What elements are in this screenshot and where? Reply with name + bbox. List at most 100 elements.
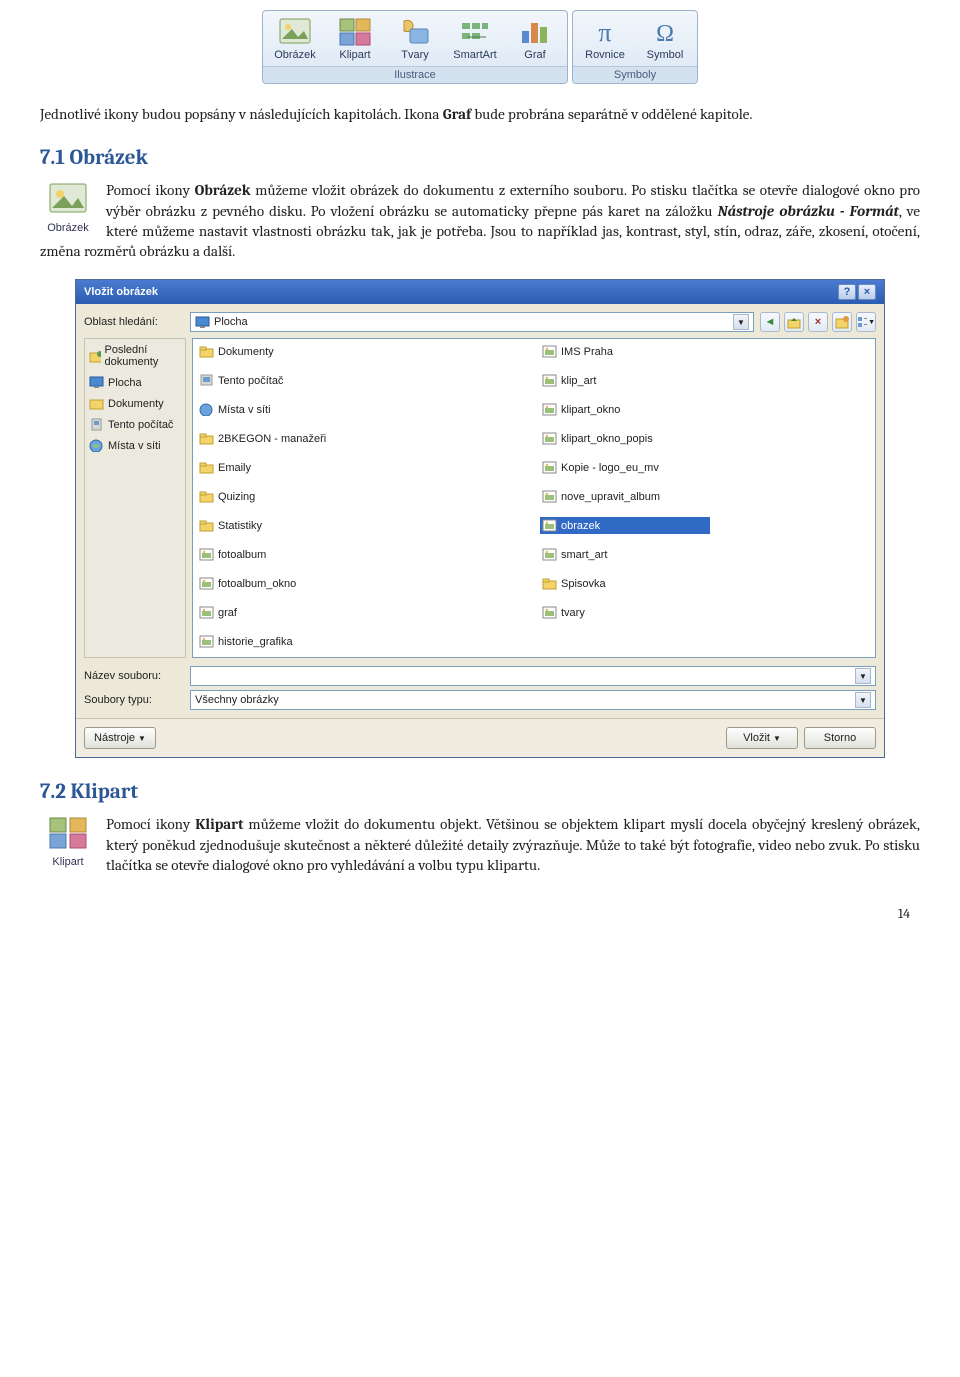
file-item[interactable]: fotoalbum [197, 546, 367, 563]
file-item[interactable]: klipart_okno [540, 401, 710, 418]
place-item[interactable]: Tento počítač [87, 415, 183, 434]
file-type-icon [199, 374, 214, 387]
up-folder-button[interactable] [784, 312, 804, 332]
ribbon-klipart-button[interactable]: Klipart [329, 15, 381, 63]
symbol-icon: Ω [648, 17, 682, 47]
file-item[interactable]: klip_art [540, 372, 710, 389]
file-item[interactable]: Dokumenty [197, 343, 367, 360]
ribbon-smartart-button[interactable]: SmartArt [449, 15, 501, 63]
place-icon [89, 376, 104, 389]
file-type-icon [199, 345, 214, 358]
tools-button[interactable]: Nástroje▼ [84, 727, 156, 749]
shapes-icon [398, 17, 432, 47]
ribbon-group-title: Symboly [573, 66, 697, 83]
file-type-icon [542, 461, 557, 474]
filename-input[interactable]: ▼ [190, 666, 876, 686]
smartart-icon [458, 17, 492, 47]
cancel-button[interactable]: Storno [804, 727, 876, 749]
file-type-icon [199, 461, 214, 474]
equation-icon: π [588, 17, 622, 47]
place-icon [89, 397, 104, 410]
file-type-icon [199, 519, 214, 532]
file-type-icon [199, 577, 214, 590]
picture-icon [48, 182, 88, 216]
chart-icon [518, 17, 552, 47]
places-bar: Poslední dokumenty Plocha Dokumenty Tento p… [84, 338, 186, 658]
ribbon-obrazek-button[interactable]: Obrázek [269, 15, 321, 63]
heading-7-1: 7.1 Obrázek [40, 146, 920, 170]
file-type-icon [542, 490, 557, 503]
file-type-icon [542, 403, 557, 416]
file-item[interactable]: Místa v síti [197, 401, 367, 418]
place-item[interactable]: Plocha [87, 373, 183, 392]
page-number: 14 [40, 905, 920, 922]
file-item[interactable]: Statistiky [197, 517, 367, 534]
insert-image-dialog: Vložit obrázek ? × Oblast hledání: Ploch… [75, 279, 885, 758]
place-item[interactable]: Místa v síti [87, 436, 183, 455]
heading-7-2: 7.2 Klipart [40, 780, 920, 804]
close-icon[interactable]: × [858, 284, 876, 300]
file-type-icon [542, 606, 557, 619]
file-item[interactable]: smart_art [540, 546, 710, 563]
file-item[interactable]: nove_upravit_album [540, 488, 710, 505]
file-item[interactable]: Emaily [197, 459, 367, 476]
ribbon-toolbar: Obrázek Klipart Tvary SmartArt [40, 10, 920, 84]
file-item[interactable]: obrazek [540, 517, 710, 534]
ribbon-group-title: Ilustrace [263, 66, 567, 83]
file-item[interactable]: historie_grafika [197, 633, 367, 650]
file-type-icon [542, 374, 557, 387]
file-item[interactable]: Kopie - logo_eu_mv [540, 459, 710, 476]
ribbon-symbol-button[interactable]: Ω Symbol [639, 15, 691, 63]
views-button[interactable]: ▼ [856, 312, 876, 332]
file-type-icon [542, 577, 557, 590]
obrazek-float-icon: Obrázek [40, 182, 96, 236]
folder-up-icon [787, 315, 801, 329]
filetype-combo[interactable]: Všechny obrázky ▼ [190, 690, 876, 710]
place-icon [89, 439, 104, 452]
place-icon [89, 418, 104, 431]
chevron-down-icon[interactable]: ▼ [855, 668, 871, 684]
file-type-icon [542, 548, 557, 561]
file-item[interactable]: tvary [540, 604, 710, 621]
file-type-icon [199, 403, 214, 416]
file-type-icon [199, 490, 214, 503]
file-list-area[interactable]: Dokumenty Tento počítač Místa v síti 2BKEGO… [192, 338, 876, 658]
ribbon-graf-button[interactable]: Graf [509, 15, 561, 63]
section-7-1-paragraph: Obrázek Pomocí ikony Obrázek můžeme vlož… [40, 180, 920, 261]
file-type-icon [542, 519, 557, 532]
clipart-icon [48, 816, 88, 850]
file-item[interactable]: fotoalbum_okno [197, 575, 367, 592]
chevron-down-icon[interactable]: ▼ [855, 692, 871, 708]
place-icon [89, 350, 101, 363]
file-item[interactable]: Tento počítač [197, 372, 367, 389]
delete-button[interactable]: × [808, 312, 828, 332]
ribbon-rovnice-button[interactable]: π Rovnice [579, 15, 631, 63]
views-icon [857, 315, 867, 329]
place-item[interactable]: Poslední dokumenty [87, 341, 183, 371]
file-item[interactable]: Spisovka [540, 575, 710, 592]
svg-text:Ω: Ω [656, 21, 674, 47]
help-icon[interactable]: ? [838, 284, 856, 300]
file-item[interactable]: klipart_okno_popis [540, 430, 710, 447]
file-item[interactable]: graf [197, 604, 367, 621]
search-area-label: Oblast hledání: [84, 316, 184, 328]
picture-icon [278, 17, 312, 47]
svg-text:π: π [598, 18, 611, 47]
file-item[interactable]: IMS Praha [540, 343, 710, 360]
dialog-title-text: Vložit obrázek [84, 286, 158, 298]
file-item[interactable]: Quizing [197, 488, 367, 505]
filetype-label: Soubory typu: [84, 694, 184, 706]
new-folder-button[interactable] [832, 312, 852, 332]
file-type-icon [199, 635, 214, 648]
file-type-icon [199, 432, 214, 445]
file-type-icon [199, 548, 214, 561]
file-item[interactable]: 2BKEGON - manažeři [197, 430, 367, 447]
place-item[interactable]: Dokumenty [87, 394, 183, 413]
chevron-down-icon[interactable]: ▼ [733, 314, 749, 330]
new-folder-icon [835, 315, 849, 329]
search-area-combo[interactable]: Plocha ▼ [190, 312, 754, 332]
insert-button[interactable]: Vložit▼ [726, 727, 798, 749]
ribbon-tvary-button[interactable]: Tvary [389, 15, 441, 63]
file-type-icon [199, 606, 214, 619]
back-button[interactable]: ◄ [760, 312, 780, 332]
